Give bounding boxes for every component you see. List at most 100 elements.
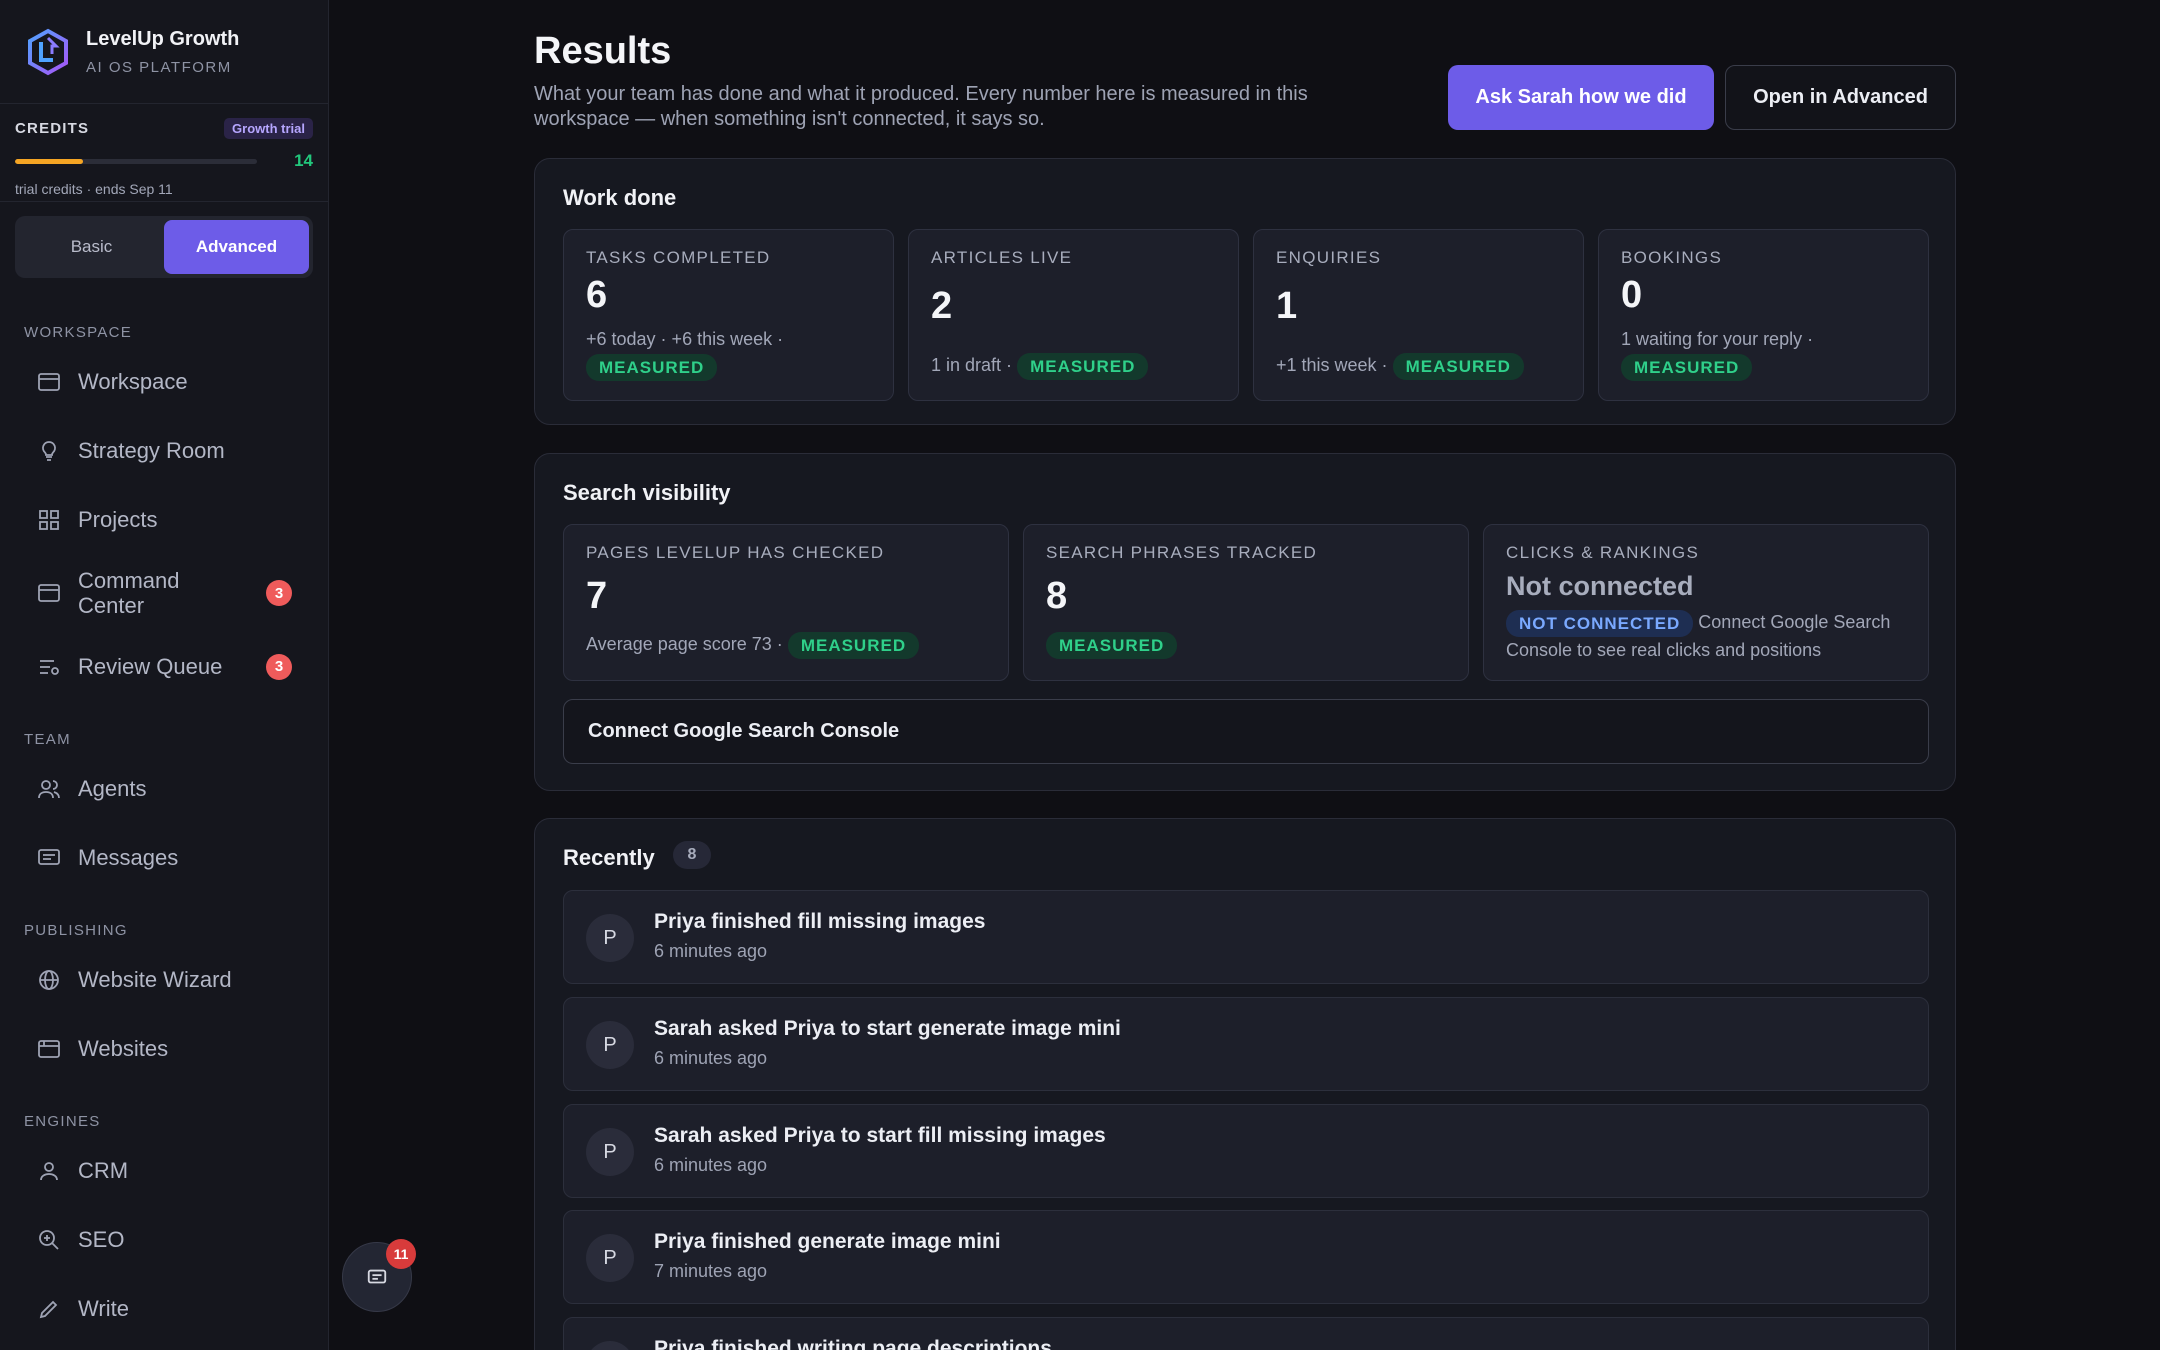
list-item[interactable]: P Priya finished writing page descriptio… — [563, 1317, 1929, 1350]
mode-basic-button[interactable]: Basic — [19, 220, 164, 274]
stat-label: SEARCH PHRASES TRACKED — [1046, 543, 1318, 562]
sidebar-item-label: Command Center — [78, 568, 180, 618]
stat-card-bookings: BOOKINGS 0 1 waiting for your reply · ME… — [1598, 229, 1929, 401]
mode-toggle: Basic Advanced — [15, 216, 313, 278]
stat-meta-text: 1 in draft · — [931, 355, 1013, 375]
stat-label: PAGES LEVELUP HAS CHECKED — [586, 543, 885, 562]
sidebar-item-label: Workspace — [78, 369, 188, 394]
sidebar-item-label: Messages — [78, 845, 179, 870]
mode-advanced-button[interactable]: Advanced — [164, 220, 309, 274]
sidebar-item-label: Strategy Room — [78, 438, 225, 463]
stat-meta: +6 today · +6 this week · MEASURED — [586, 326, 881, 381]
list-item[interactable]: P Priya finished generate image mini 7 m… — [563, 1210, 1929, 1304]
sidebar-item-label: CRM — [78, 1158, 129, 1183]
page-title: Results — [534, 30, 672, 72]
sidebar-item-projects[interactable]: Projects — [0, 485, 328, 554]
list-item[interactable]: P Sarah asked Priya to start generate im… — [563, 997, 1929, 1091]
nav-heading-engines: ENGINES — [24, 1113, 101, 1130]
chat-notification-badge: 11 — [386, 1239, 416, 1269]
sidebar-item-write[interactable]: Write — [0, 1274, 328, 1343]
activity-title: Sarah asked Priya to start generate imag… — [654, 1017, 1121, 1040]
pencil-icon — [36, 1296, 62, 1322]
avatar: P — [586, 1234, 634, 1282]
sidebar-item-websites[interactable]: Websites — [0, 1014, 328, 1083]
stat-value: 8 — [1046, 575, 1068, 617]
globe-icon — [36, 967, 62, 993]
page-subtitle: What your team has done and what it prod… — [534, 83, 1308, 130]
sidebar-item-label: Website Wizard — [78, 967, 232, 992]
sidebar-item-label: Projects — [78, 507, 158, 532]
credits-panel: CREDITS Growth trial 14 trial credits · … — [0, 104, 328, 202]
measured-pill: MEASURED — [586, 353, 718, 381]
credits-label: CREDITS — [15, 120, 90, 137]
list-item[interactable]: P Sarah asked Priya to start fill missin… — [563, 1104, 1929, 1198]
sidebar-item-strategy-room[interactable]: Strategy Room — [0, 416, 328, 485]
page-header: Results What your team has done and what… — [534, 0, 1956, 158]
open-advanced-button[interactable]: Open in Advanced — [1725, 65, 1956, 130]
recently-panel: Recently 8 P Priya finished fill missing… — [534, 818, 1956, 1350]
stat-meta: MEASURED — [1046, 631, 1456, 659]
sidebar-item-seo[interactable]: SEO — [0, 1205, 328, 1274]
connect-search-console-button[interactable]: Connect Google Search Console — [563, 699, 1929, 764]
credits-remaining: 14 — [294, 151, 313, 170]
sidebar-item-website-wizard[interactable]: Website Wizard — [0, 945, 328, 1014]
section-title: Search visibility — [563, 480, 731, 505]
monitor-icon — [36, 580, 62, 606]
sidebar-item-label: Agents — [78, 776, 147, 801]
sidebar-item-command-center[interactable]: Command Center 3 — [0, 554, 328, 632]
stat-meta: 1 waiting for your reply · MEASURED — [1621, 326, 1916, 381]
avatar: P — [586, 1341, 634, 1350]
brand[interactable]: LevelUp Growth AI OS PLATFORM — [0, 0, 328, 104]
users-icon — [36, 776, 62, 802]
stat-value: 7 — [586, 575, 608, 617]
section-title: Recently — [563, 845, 655, 870]
stat-label: TASKS COMPLETED — [586, 248, 771, 267]
avatar: P — [586, 914, 634, 962]
credits-note: trial credits · ends Sep 11 — [15, 181, 173, 197]
sidebar-item-workspace[interactable]: Workspace — [0, 347, 328, 416]
list-item[interactable]: P Priya finished fill missing images 6 m… — [563, 890, 1929, 984]
credits-progress-bar — [15, 158, 257, 164]
credits-progress-fill — [15, 158, 83, 164]
sidebar: LevelUp Growth AI OS PLATFORM CREDITS Gr… — [0, 0, 329, 1350]
brand-subtitle: AI OS PLATFORM — [86, 58, 232, 76]
brand-name: LevelUp Growth — [86, 27, 240, 50]
stat-card-tasks: TASKS COMPLETED 6 +6 today · +6 this wee… — [563, 229, 894, 401]
sidebar-item-review-queue[interactable]: Review Queue 3 — [0, 632, 328, 701]
stat-value: 0 — [1621, 274, 1643, 316]
lightbulb-icon — [36, 438, 62, 464]
levelup-logo-icon — [28, 28, 68, 75]
measured-pill: MEASURED — [1046, 631, 1178, 659]
main-content: Results What your team has done and what… — [534, 0, 1956, 1350]
sidebar-item-crm[interactable]: CRM — [0, 1136, 328, 1205]
stat-label: BOOKINGS — [1621, 248, 1723, 267]
sidebar-item-agents[interactable]: Agents — [0, 754, 328, 823]
activity-title: Priya finished fill missing images — [654, 910, 986, 933]
stat-label: ARTICLES LIVE — [931, 248, 1073, 267]
measured-pill: MEASURED — [1621, 353, 1753, 381]
ask-sarah-button[interactable]: Ask Sarah how we did — [1448, 65, 1714, 130]
stat-value: 2 — [931, 285, 953, 327]
stat-value: 6 — [586, 274, 608, 316]
search-visibility-panel: Search visibility PAGES LEVELUP HAS CHEC… — [534, 453, 1956, 791]
stat-meta-text: Average page score 73 · — [586, 634, 783, 654]
stat-value: Not connected — [1506, 571, 1694, 601]
stat-meta-text: +6 today · +6 this week · — [586, 329, 784, 349]
sidebar-item-messages[interactable]: Messages — [0, 823, 328, 892]
measured-pill: MEASURED — [1017, 352, 1149, 380]
list-filter-icon — [36, 654, 62, 680]
activity-time: 6 minutes ago — [654, 1048, 768, 1068]
browser-icon — [36, 1036, 62, 1062]
sidebar-item-label: Websites — [78, 1036, 169, 1061]
activity-title: Priya finished writing page descriptions — [654, 1337, 1052, 1350]
avatar: P — [586, 1021, 634, 1069]
sidebar-item-partial[interactable] — [0, 1343, 328, 1350]
measured-pill: MEASURED — [1392, 352, 1524, 380]
stat-card-articles: ARTICLES LIVE 2 1 in draft · MEASURED — [908, 229, 1239, 401]
window-icon — [36, 369, 62, 395]
zoom-in-icon — [36, 1227, 62, 1253]
count-badge: 8 — [673, 841, 711, 869]
sidebar-item-label: Review Queue — [78, 654, 223, 679]
nav-heading-workspace: WORKSPACE — [24, 324, 133, 341]
stat-card-pages-checked: PAGES LEVELUP HAS CHECKED 7 Average page… — [563, 524, 1009, 681]
